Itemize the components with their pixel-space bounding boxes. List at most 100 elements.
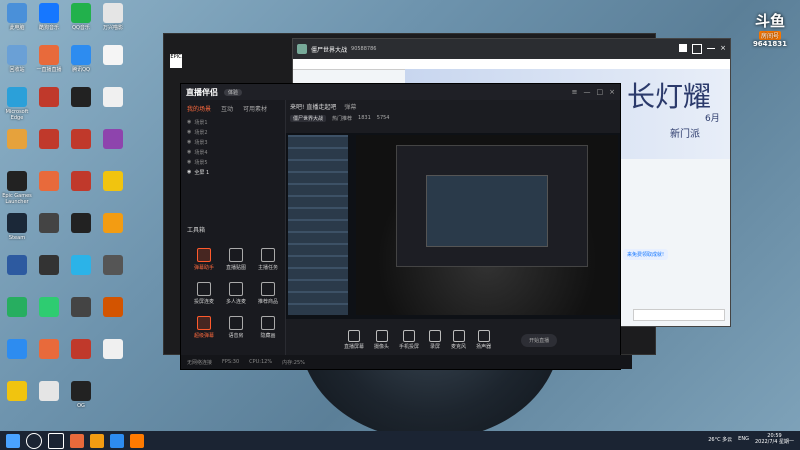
- close-icon[interactable]: ×: [720, 44, 726, 54]
- menu-icon[interactable]: ≡: [572, 88, 578, 96]
- close-icon[interactable]: ×: [609, 88, 615, 96]
- scene-active[interactable]: ◉ 全屏 1: [187, 167, 279, 177]
- desktop-icon[interactable]: [98, 297, 128, 319]
- ime-text[interactable]: ENG: [738, 436, 749, 442]
- desktop-icon[interactable]: [66, 339, 96, 361]
- desktop-icon[interactable]: [34, 87, 64, 109]
- clock[interactable]: 20:59 2022/7/4 星期一: [755, 433, 794, 445]
- search-icon[interactable]: [26, 432, 42, 449]
- channel-tab[interactable]: 弹幕: [344, 102, 356, 111]
- desktop-icon[interactable]: [98, 213, 128, 235]
- minimize-icon[interactable]: [707, 48, 716, 49]
- desktop-icon[interactable]: [34, 297, 64, 319]
- tool-item[interactable]: 多人连麦: [221, 282, 251, 305]
- tool-item[interactable]: 超级弹幕: [189, 316, 219, 339]
- desktop-icon[interactable]: 酷狗音乐: [34, 3, 64, 31]
- desktop-icon[interactable]: [34, 381, 64, 403]
- desktop-icon[interactable]: 腾讯QQ: [66, 45, 96, 73]
- app-icon[interactable]: [90, 433, 104, 448]
- browser-tab-title[interactable]: 僵尸世界大战: [311, 45, 347, 54]
- tab-assets[interactable]: 可用素材: [243, 104, 267, 113]
- eye-icon[interactable]: ◉: [187, 129, 191, 135]
- live-companion-window[interactable]: 直播伴侣 体验 ≡ — □ × 我的场景 互动 可用素材 ◉ 场景1 ◉ 场景2 ◉ 场景…: [180, 83, 632, 370]
- home-icon[interactable]: [679, 44, 688, 52]
- desktop-icon[interactable]: 此电脑: [2, 3, 32, 31]
- desktop-icon[interactable]: [98, 87, 128, 109]
- chat-input[interactable]: [633, 309, 725, 321]
- eye-icon[interactable]: ◉: [187, 119, 191, 125]
- bottom-control[interactable]: 直播屏幕: [344, 330, 364, 350]
- maximize-icon[interactable]: □: [597, 88, 604, 96]
- tool-icon: [197, 282, 211, 296]
- stream-preview[interactable]: [286, 133, 620, 319]
- app-icon[interactable]: [70, 433, 84, 448]
- app-icon[interactable]: [110, 433, 124, 448]
- tab-scenes[interactable]: 我的场景: [187, 104, 211, 113]
- desktop-icon[interactable]: [98, 129, 128, 151]
- eye-icon[interactable]: ◉: [187, 169, 191, 175]
- desktop-icon[interactable]: [66, 87, 96, 109]
- scene-item[interactable]: ◉ 场景4: [187, 147, 279, 157]
- tab-interact[interactable]: 互动: [221, 104, 233, 113]
- tool-item[interactable]: 直播贴图: [221, 248, 251, 271]
- desktop-icon[interactable]: Microsoft Edge: [2, 87, 32, 121]
- start-icon[interactable]: [6, 433, 20, 448]
- version-badge[interactable]: 体验: [224, 88, 243, 96]
- tool-item[interactable]: 语音房: [221, 316, 251, 339]
- task-view-icon[interactable]: [48, 432, 64, 449]
- weather-text[interactable]: 26°C 多云: [708, 436, 732, 443]
- eye-icon[interactable]: ◉: [187, 159, 191, 165]
- desktop-icon[interactable]: [2, 381, 32, 403]
- desktop-icon[interactable]: [34, 213, 64, 235]
- desktop-icon[interactable]: [34, 129, 64, 151]
- desktop-icon[interactable]: 万兴喵影: [98, 3, 128, 31]
- desktop-icon[interactable]: [34, 339, 64, 361]
- tool-item[interactable]: 主播任务: [253, 248, 283, 271]
- tool-item[interactable]: 推荐商品: [253, 282, 283, 305]
- start-live-button[interactable]: 开始直播: [521, 333, 558, 347]
- desktop-icon[interactable]: QQ音乐: [66, 3, 96, 31]
- scene-item[interactable]: ◉ 场景5: [187, 157, 279, 167]
- desktop-icon[interactable]: Steam: [2, 213, 32, 241]
- app-icon: [7, 339, 27, 359]
- desktop-icon[interactable]: [98, 255, 128, 277]
- desktop-icon[interactable]: [98, 45, 128, 67]
- gamepad-icon[interactable]: [692, 44, 703, 54]
- desktop-icon[interactable]: [2, 339, 32, 361]
- app-icon: [39, 171, 59, 191]
- bottom-control[interactable]: 麦克风: [451, 330, 466, 350]
- desktop-icon[interactable]: [34, 255, 64, 277]
- app-icon[interactable]: [130, 433, 144, 448]
- eye-icon[interactable]: ◉: [187, 149, 191, 155]
- desktop-icon[interactable]: [98, 171, 128, 193]
- desktop-icon[interactable]: Epic Games Launcher: [2, 171, 32, 205]
- eye-icon[interactable]: ◉: [187, 139, 191, 145]
- tool-item[interactable]: 弹幕助手: [189, 248, 219, 271]
- desktop-icon[interactable]: [66, 213, 96, 235]
- desktop-icon[interactable]: [66, 171, 96, 193]
- scene-item[interactable]: ◉ 场景3: [187, 137, 279, 147]
- desktop-icon[interactable]: 回收站: [2, 45, 32, 73]
- channel-name[interactable]: 来吧! 直播走起吧: [290, 102, 336, 111]
- desktop-icon[interactable]: [34, 171, 64, 193]
- desktop-icon[interactable]: [66, 129, 96, 151]
- desktop-icon[interactable]: [66, 297, 96, 319]
- desktop-icon[interactable]: [2, 129, 32, 151]
- desktop-icon[interactable]: [66, 255, 96, 277]
- bottom-control[interactable]: 手机投屏: [399, 330, 419, 350]
- bottom-control[interactable]: 录屏: [429, 330, 442, 350]
- scene-item[interactable]: ◉ 场景1: [187, 117, 279, 127]
- desktop-icon[interactable]: [2, 297, 32, 319]
- game-tag[interactable]: 僵尸世界大战: [290, 114, 327, 122]
- minimize-icon[interactable]: —: [584, 88, 591, 96]
- bottom-control[interactable]: 扬声器: [476, 330, 491, 350]
- desktop-icon[interactable]: OG: [66, 381, 96, 409]
- tool-item[interactable]: 投屏连麦: [189, 282, 219, 305]
- desktop-icon-label: Microsoft Edge: [5, 109, 29, 121]
- desktop-icon[interactable]: 一直播直播: [34, 45, 64, 73]
- tool-item[interactable]: 隐藏画: [253, 316, 283, 339]
- scene-item[interactable]: ◉ 场景2: [187, 127, 279, 137]
- desktop-icon[interactable]: [2, 255, 32, 277]
- bottom-control[interactable]: 摄像头: [374, 330, 389, 350]
- desktop-icon[interactable]: [98, 339, 128, 361]
